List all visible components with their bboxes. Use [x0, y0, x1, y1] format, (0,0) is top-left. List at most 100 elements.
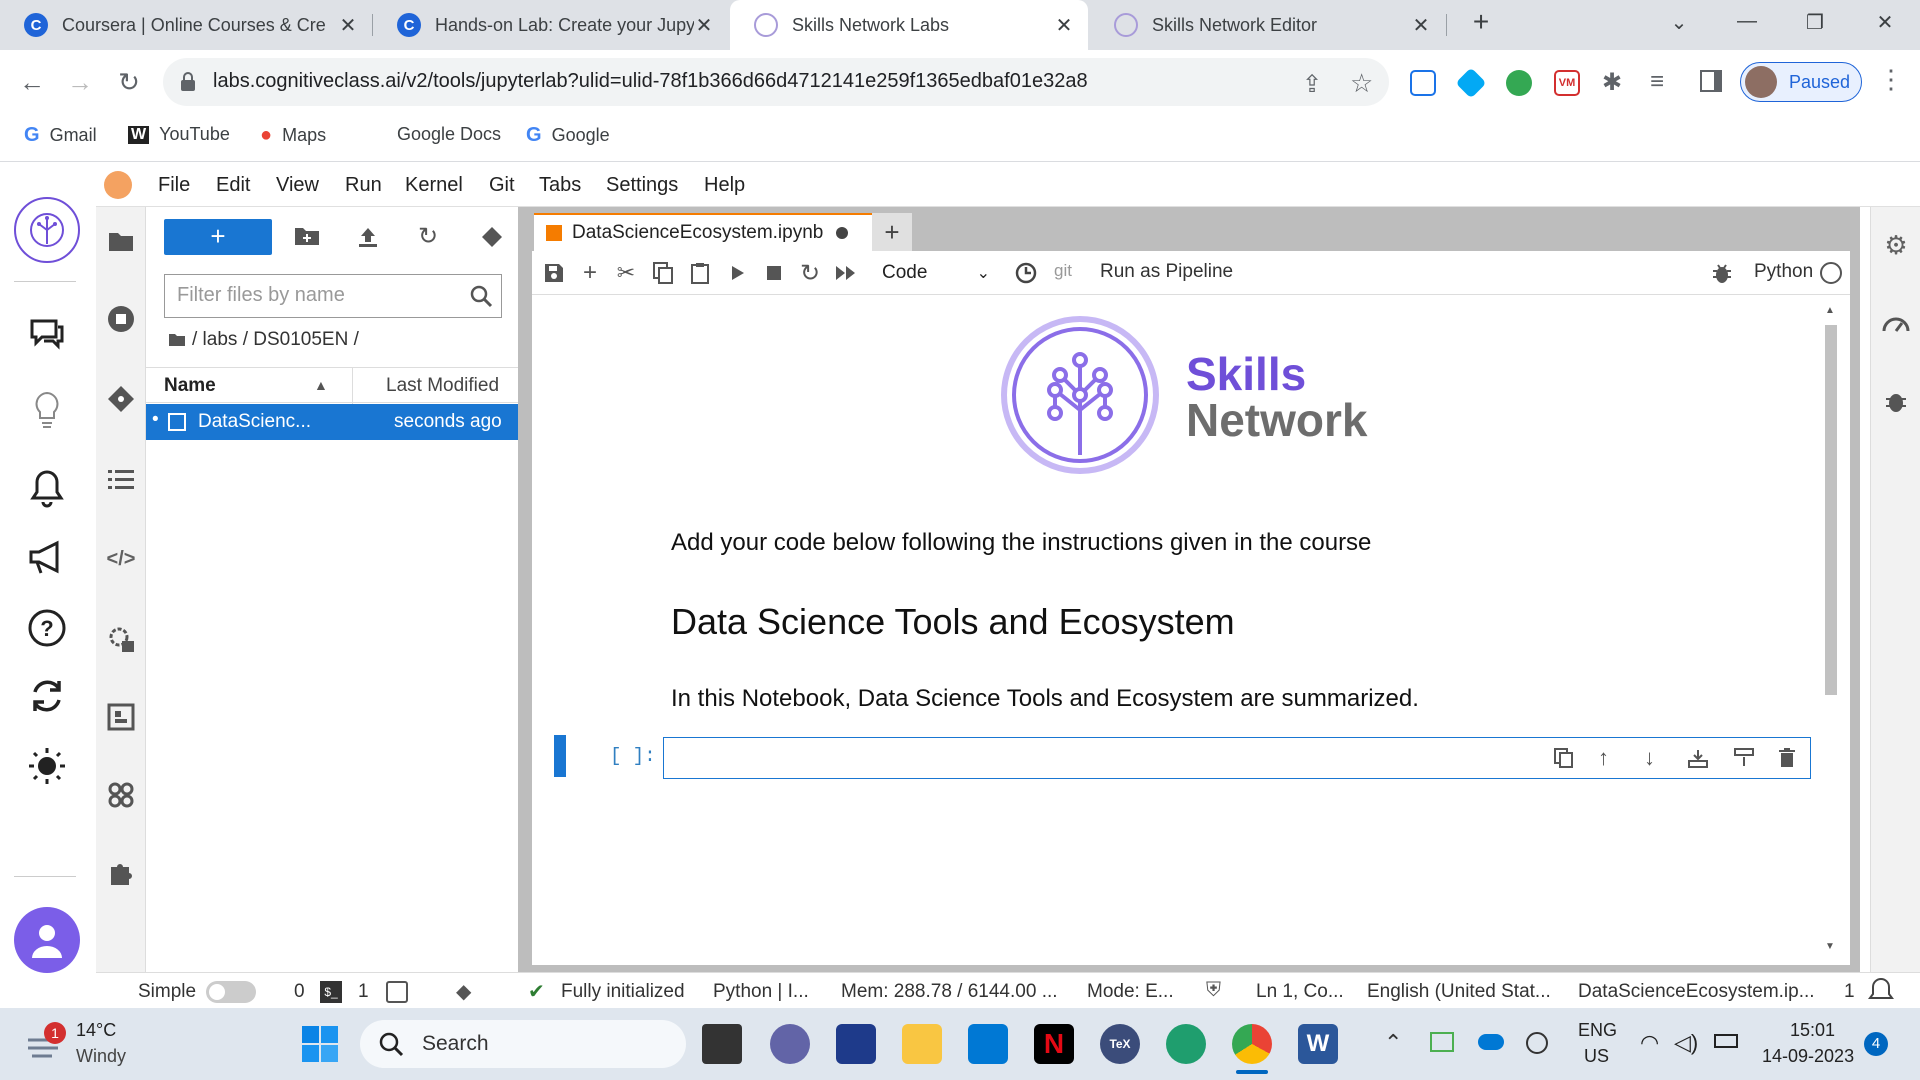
menu-run[interactable]: Run [345, 174, 382, 197]
teams-icon[interactable] [770, 1024, 810, 1064]
move-up-icon[interactable]: ↑ [1598, 745, 1609, 771]
bookmark-maps[interactable]: ● Maps [260, 124, 326, 147]
insert-above-icon[interactable] [1688, 748, 1708, 768]
clock-icon[interactable] [1014, 261, 1038, 285]
tray-app-icon[interactable] [1430, 1032, 1454, 1052]
property-inspector-icon[interactable] [105, 623, 137, 655]
upload-icon[interactable] [356, 225, 382, 251]
weather-widget[interactable]: 1 [24, 1022, 66, 1062]
menu-file[interactable]: File [158, 174, 190, 197]
menu-help[interactable]: Help [704, 174, 745, 197]
kernel-status[interactable]: Python | I... [713, 981, 809, 1003]
insert-cell-icon[interactable]: + [578, 259, 602, 286]
window-close-button[interactable]: ✕ [1870, 10, 1900, 35]
browser-tab-coursera[interactable]: C Coursera | Online Courses & Cre ✕ [0, 0, 372, 50]
code-cell-input[interactable]: ↑ ↓ [663, 737, 1811, 779]
netflix-icon[interactable]: N [1034, 1024, 1074, 1064]
scrollbar-thumb[interactable] [1825, 325, 1837, 695]
extension-manager-icon[interactable] [105, 701, 137, 733]
close-icon[interactable]: ✕ [694, 13, 714, 38]
share-icon[interactable]: ⇪ [1302, 70, 1322, 99]
elyra-icon[interactable] [105, 779, 137, 811]
filter-files-input[interactable] [177, 284, 457, 307]
kebab-menu-icon[interactable]: ⋮ [1878, 64, 1904, 95]
tab-search-icon[interactable]: ⌄ [1664, 10, 1694, 35]
property-gear-icon[interactable]: ⚙ [1880, 229, 1912, 261]
brightness-icon[interactable] [22, 741, 72, 791]
insert-below-icon[interactable] [1734, 748, 1754, 768]
kernel-chip-icon[interactable] [386, 981, 408, 1003]
code-icon[interactable]: </> [105, 543, 137, 575]
column-last-modified[interactable]: Last Modified [386, 375, 499, 397]
language-indicator[interactable]: English (United Stat... [1367, 981, 1551, 1003]
run-as-pipeline-button[interactable]: Run as Pipeline [1100, 261, 1233, 283]
store-icon[interactable] [836, 1024, 876, 1064]
git-diff-button[interactable]: git [1054, 261, 1072, 281]
menu-git[interactable]: Git [489, 174, 515, 197]
notification-bell-icon[interactable] [1868, 977, 1894, 1003]
folder-icon[interactable] [168, 333, 186, 347]
notebook-scrollbar[interactable]: ▲ ▼ [1822, 305, 1838, 955]
running-sessions-icon[interactable] [105, 303, 137, 335]
notification-center-badge[interactable]: 4 [1864, 1032, 1888, 1056]
volume-icon[interactable]: ◁) [1674, 1030, 1698, 1056]
terminal-icon[interactable]: $_ [320, 981, 342, 1003]
table-of-contents-icon[interactable] [105, 463, 137, 495]
terminal-count[interactable]: 0 [294, 981, 305, 1003]
debugger-bug-icon[interactable] [1880, 385, 1912, 417]
notebook-tab[interactable]: DataScienceEcosystem.ipynb [534, 213, 872, 251]
unsaved-dot-icon[interactable] [836, 227, 848, 239]
bell-icon[interactable] [22, 463, 72, 513]
kernel-name[interactable]: Python [1754, 261, 1813, 283]
trusted-shield-icon[interactable]: ⛨ [1206, 979, 1221, 1002]
help-icon[interactable]: ? [22, 603, 72, 653]
delete-cell-icon[interactable] [1778, 748, 1796, 768]
vpn-icon[interactable] [1526, 1032, 1548, 1054]
new-folder-icon[interactable] [294, 225, 320, 251]
reload-icon[interactable]: ↻ [113, 66, 145, 98]
task-view-icon[interactable] [702, 1024, 742, 1064]
wifi-icon[interactable]: ◠ [1640, 1030, 1659, 1056]
git-status-icon[interactable]: ◆ [456, 979, 471, 1004]
lsp-status[interactable]: Fully initialized [561, 981, 685, 1003]
simple-mode-toggle[interactable] [206, 981, 256, 1003]
add-tab-button[interactable]: + [872, 213, 912, 251]
resource-gauge-icon[interactable] [1880, 307, 1912, 339]
copy-icon[interactable] [651, 261, 675, 285]
taskbar-search[interactable]: Search [360, 1020, 686, 1068]
cut-icon[interactable]: ✂ [614, 260, 638, 285]
clock-time[interactable]: 15:01 [1790, 1020, 1835, 1041]
puzzle-extensions-icon[interactable]: ✱ [1602, 68, 1622, 97]
save-icon[interactable] [542, 261, 566, 285]
onedrive-icon[interactable] [1478, 1034, 1504, 1050]
word-icon[interactable]: W [1298, 1024, 1338, 1064]
windows-start-icon[interactable] [302, 1026, 338, 1062]
restore-button[interactable]: ❐ [1800, 10, 1830, 35]
restart-icon[interactable]: ↻ [798, 260, 822, 287]
column-name[interactable]: Name [164, 375, 216, 397]
user-avatar-icon[interactable] [14, 907, 80, 973]
close-icon[interactable]: ✕ [1411, 13, 1431, 38]
folder-icon[interactable] [105, 225, 137, 257]
menu-tabs[interactable]: Tabs [539, 174, 581, 197]
screen-recorder-extension-icon[interactable] [1410, 70, 1436, 96]
show-hidden-icons[interactable]: ⌃ [1384, 1030, 1402, 1056]
grammar-extension-icon[interactable] [1506, 70, 1532, 96]
back-arrow-icon[interactable]: ← [16, 66, 48, 98]
sort-ascending-icon[interactable]: ▲ [314, 377, 328, 393]
kernel-count[interactable]: 1 [358, 981, 369, 1003]
menu-view[interactable]: View [276, 174, 319, 197]
browser-tab-skills-editor[interactable]: Skills Network Editor ✕ [1090, 0, 1445, 50]
bookmark-google[interactable]: G Google [526, 124, 610, 147]
input-lang-2[interactable]: US [1584, 1046, 1609, 1067]
url-text[interactable]: labs.cognitiveclass.ai/v2/tools/jupyterl… [213, 70, 1088, 93]
paste-icon[interactable] [688, 261, 712, 285]
vm-extension-icon[interactable]: VM [1554, 70, 1580, 96]
menu-edit[interactable]: Edit [216, 174, 250, 197]
minimize-button[interactable]: — [1732, 10, 1762, 33]
new-launcher-button[interactable]: + [164, 219, 272, 255]
close-icon[interactable]: ✕ [338, 13, 358, 38]
cell-type-select[interactable]: Code ⌄ [876, 257, 996, 289]
file-row[interactable]: • DataScienc... seconds ago [146, 404, 518, 440]
browser-tab-skills-labs[interactable]: Skills Network Labs ✕ [730, 0, 1088, 50]
